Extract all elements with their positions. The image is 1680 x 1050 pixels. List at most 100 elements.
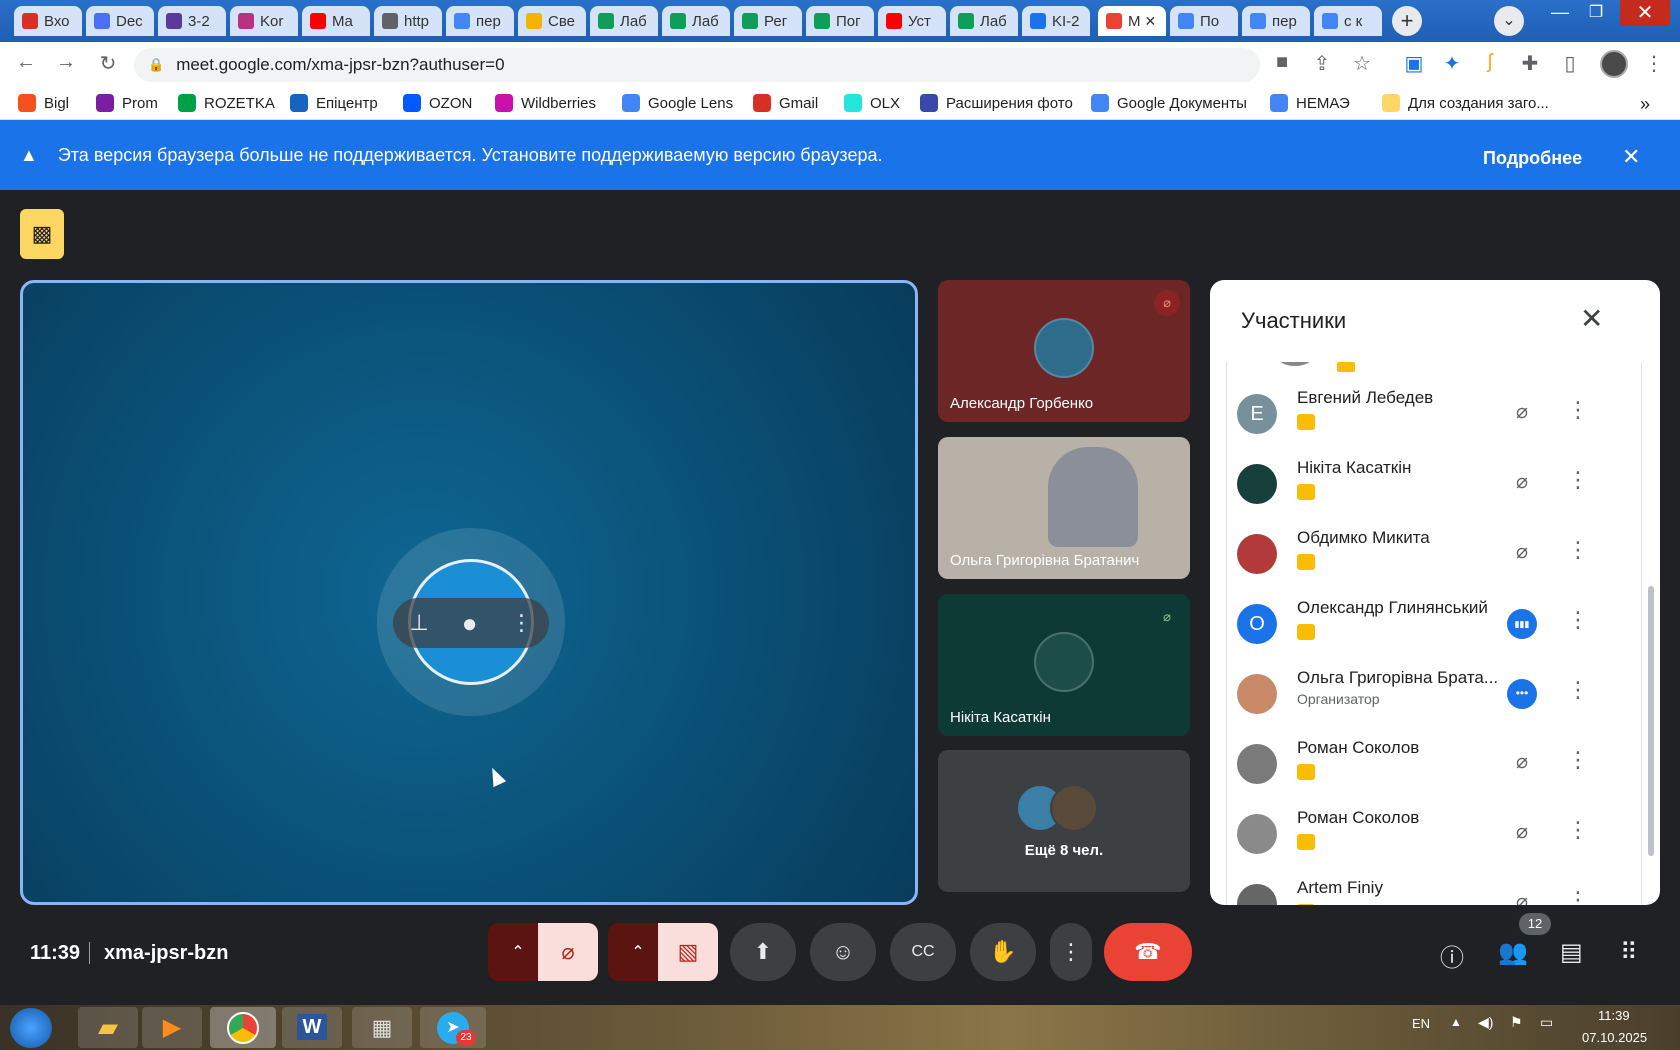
- participant-more-icon[interactable]: ⋮: [1567, 537, 1589, 563]
- present-screen-button[interactable]: ⬆: [730, 923, 796, 981]
- participant-row[interactable]: Обдимко Микита ⌀ ⋮: [1227, 522, 1607, 592]
- participant-row[interactable]: Роман Соколов ⌀ ⋮: [1227, 802, 1607, 872]
- participant-more-icon[interactable]: ⋮: [1567, 887, 1589, 905]
- browser-tab[interactable]: Вхо: [14, 6, 82, 36]
- word-taskbar-icon[interactable]: W: [282, 1007, 342, 1048]
- browser-tab[interactable]: KI-2: [1022, 6, 1090, 36]
- translate-icon[interactable]: ✦: [1438, 51, 1466, 76]
- browser-tab[interactable]: M ✕: [1098, 6, 1166, 36]
- mic-muted-icon[interactable]: ⌀: [1507, 469, 1537, 499]
- browser-tab[interactable]: пер: [446, 6, 514, 36]
- browser-tab[interactable]: Ma: [302, 6, 370, 36]
- host-options-icon[interactable]: •••: [1507, 679, 1537, 709]
- volume-icon[interactable]: ◀): [1478, 1014, 1493, 1031]
- tile-more-icon[interactable]: ⋮: [510, 610, 532, 636]
- telegram-taskbar-icon[interactable]: ➤: [420, 1007, 486, 1048]
- participant-more-icon[interactable]: ⋮: [1567, 397, 1589, 423]
- mic-muted-icon[interactable]: ⌀: [1507, 889, 1537, 905]
- speaking-indicator-icon[interactable]: ▮▮▮: [1507, 609, 1537, 639]
- pen-icon[interactable]: ʃ: [1476, 51, 1504, 74]
- bookmark-item[interactable]: Для создания заго...: [1382, 94, 1549, 112]
- flag-icon[interactable]: ⚑: [1510, 1014, 1523, 1031]
- bookmark-item[interactable]: Епіцентр: [290, 94, 378, 112]
- browser-tab[interactable]: Dec: [86, 6, 154, 36]
- tray-arrow-icon[interactable]: ▲: [1450, 1015, 1462, 1029]
- chrome-taskbar-icon[interactable]: [210, 1007, 276, 1048]
- language-indicator[interactable]: EN: [1412, 1016, 1430, 1031]
- participant-row[interactable]: Artem Finiy ⌀ ⋮: [1227, 872, 1607, 905]
- camera-icon[interactable]: ■: [1268, 51, 1296, 74]
- browser-tab[interactable]: Лаб: [662, 6, 730, 36]
- main-video-tile[interactable]: ⊥ ● ⋮: [20, 280, 918, 905]
- puzzle-icon[interactable]: ✚: [1516, 51, 1544, 76]
- bookmark-item[interactable]: ROZETKA: [178, 94, 275, 112]
- more-participants-tile[interactable]: Ещё 8 чел.: [938, 750, 1190, 892]
- mic-muted-icon[interactable]: ⌀: [1507, 539, 1537, 569]
- participant-more-icon[interactable]: ⋮: [1567, 817, 1589, 843]
- tab-close-icon[interactable]: ✕: [1145, 13, 1157, 30]
- address-bar[interactable]: 🔒 meet.google.com/xma-jpsr-bzn?authuser=…: [134, 48, 1260, 82]
- mic-muted-icon[interactable]: ⌀: [1507, 399, 1537, 429]
- camera-off-indicator-icon[interactable]: ▩: [20, 209, 64, 259]
- participant-more-icon[interactable]: ⋮: [1567, 607, 1589, 633]
- camera-off-button[interactable]: ▧: [658, 923, 718, 981]
- list-scroll-area[interactable]: Е Евгений Лебедев ⌀ ⋮ Нікіта Касаткін ⌀ ⋮ Обдим…: [1226, 362, 1642, 905]
- maximize-button[interactable]: ❐: [1578, 2, 1614, 24]
- start-button[interactable]: [10, 1008, 52, 1048]
- reload-icon[interactable]: ↻: [94, 51, 122, 76]
- new-tab-button[interactable]: +: [1392, 6, 1422, 36]
- panel-close-icon[interactable]: ✕: [1580, 302, 1603, 335]
- microphone-icon[interactable]: ●: [462, 608, 478, 639]
- bookmark-item[interactable]: Google Lens: [622, 94, 733, 112]
- bookmark-item[interactable]: Prom: [96, 94, 158, 112]
- browser-tab[interactable]: пер: [1242, 6, 1310, 36]
- back-icon[interactable]: ←: [12, 51, 40, 74]
- browser-tab[interactable]: По: [1170, 6, 1238, 36]
- participant-tile[interactable]: ⌀ Александр Горбенко: [938, 280, 1190, 422]
- minimize-button[interactable]: —: [1542, 2, 1578, 24]
- bookmark-item[interactable]: Google Документы: [1091, 94, 1247, 112]
- browser-tab[interactable]: Лаб: [590, 6, 658, 36]
- extension-icon[interactable]: ▣: [1400, 51, 1428, 76]
- bookmark-item[interactable]: OZON: [403, 94, 472, 112]
- browser-tab[interactable]: Пог: [806, 6, 874, 36]
- bookmark-star-icon[interactable]: ☆: [1348, 51, 1376, 76]
- bookmark-item[interactable]: Wildberries: [495, 94, 596, 112]
- participant-row[interactable]: О Олександр Глинянський ▮▮▮ ⋮: [1227, 592, 1607, 662]
- participant-row[interactable]: Роман Соколов ⌀ ⋮: [1227, 732, 1607, 802]
- reactions-button[interactable]: ☺: [810, 923, 876, 981]
- media-taskbar-icon[interactable]: ▶: [142, 1007, 202, 1048]
- close-window-button[interactable]: ✕: [1620, 0, 1670, 26]
- browser-tab[interactable]: Лаб: [950, 6, 1018, 36]
- more-options-button[interactable]: ⋮: [1050, 923, 1092, 981]
- mic-muted-icon[interactable]: ⌀: [1507, 749, 1537, 779]
- mic-off-button[interactable]: ⌀: [538, 923, 598, 981]
- bookmark-item[interactable]: OLX: [844, 94, 900, 112]
- banner-close-icon[interactable]: ✕: [1622, 144, 1640, 170]
- explorer-taskbar-icon[interactable]: ▰: [78, 1007, 138, 1048]
- participant-row[interactable]: Нікіта Касаткін ⌀ ⋮: [1227, 452, 1607, 522]
- bookmark-item[interactable]: Gmail: [753, 94, 818, 112]
- bookmark-item[interactable]: Bigl: [18, 94, 69, 112]
- share-icon[interactable]: ⇪: [1308, 51, 1336, 76]
- bookmark-item[interactable]: Расширения фото: [920, 94, 1073, 112]
- activities-icon[interactable]: ⠿: [1620, 938, 1638, 967]
- forward-icon[interactable]: →: [52, 51, 80, 74]
- participant-tile[interactable]: Ольга Григорівна Братанич: [938, 437, 1190, 579]
- panel-scrollbar[interactable]: [1648, 586, 1654, 856]
- bookmarks-more[interactable]: »: [1640, 94, 1650, 115]
- browser-tab[interactable]: с к: [1314, 6, 1382, 36]
- tab-search-icon[interactable]: ⌄: [1494, 6, 1524, 36]
- leave-call-button[interactable]: ☎: [1104, 923, 1192, 981]
- raise-hand-button[interactable]: ✋: [970, 923, 1036, 981]
- browser-tab[interactable]: Kor: [230, 6, 298, 36]
- chat-icon[interactable]: ▤: [1560, 938, 1583, 967]
- clock-time[interactable]: 11:39: [1598, 1008, 1630, 1023]
- participant-tile[interactable]: ⌀ Нікіта Касаткін: [938, 594, 1190, 736]
- people-icon[interactable]: 👥: [1498, 938, 1528, 967]
- menu-dots-icon[interactable]: ⋮: [1640, 51, 1668, 76]
- meeting-info-icon[interactable]: ⓘ: [1440, 938, 1464, 973]
- profile-avatar[interactable]: [1600, 50, 1628, 78]
- participant-row[interactable]: Ольга Григорівна Брата... Организатор ••• ⋮: [1227, 662, 1607, 732]
- participant-more-icon[interactable]: ⋮: [1567, 747, 1589, 773]
